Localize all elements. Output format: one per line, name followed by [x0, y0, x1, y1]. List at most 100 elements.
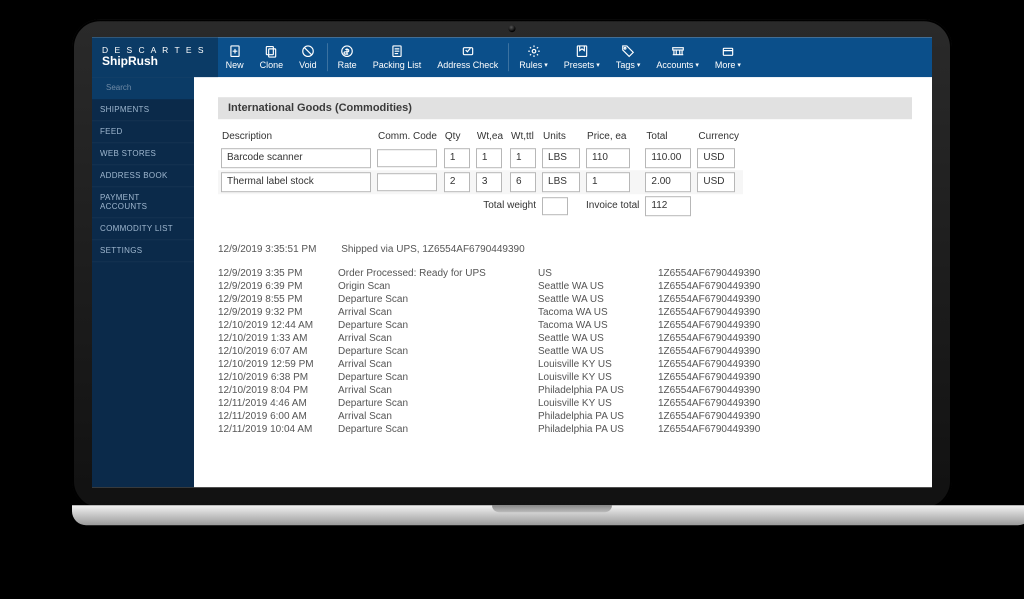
qty-input[interactable]: 1 [444, 148, 470, 168]
history-event: Arrival Scan [338, 358, 538, 371]
chevron-down-icon: ▾ [596, 61, 600, 69]
sidebar-search[interactable] [92, 77, 194, 99]
void-button[interactable]: Void [291, 37, 325, 77]
more-button[interactable]: More▾ [707, 37, 749, 77]
description-input[interactable]: Thermal label stock [221, 172, 371, 192]
price-ea-input[interactable]: 110 [586, 148, 630, 168]
shipment-summary: 12/9/2019 3:35:51 PM Shipped via UPS, 1Z… [218, 244, 912, 255]
comm-code-input[interactable] [377, 173, 437, 191]
sidebar-item-address-book[interactable]: ADDRESS BOOK [92, 165, 194, 187]
history-row: 12/10/2019 6:07 AMDeparture ScanSeattle … [218, 345, 770, 358]
history-tracking: 1Z6554AF6790449390 [658, 345, 770, 358]
sidebar-item-feed[interactable]: FEED [92, 121, 194, 143]
sidebar-item-settings[interactable]: SETTINGS [92, 240, 194, 262]
clone-label: Clone [260, 60, 284, 70]
accounts-label: Accounts [656, 60, 693, 70]
sidebar-item-shipments[interactable]: SHIPMENTS [92, 99, 194, 121]
brand-block: D E S C A R T E S ShipRush [92, 37, 218, 77]
new-label: New [226, 60, 244, 70]
description-input[interactable]: Barcode scanner [221, 148, 371, 168]
history-location: Philadelphia PA US [538, 410, 658, 423]
history-location: Seattle WA US [538, 280, 658, 293]
rate-label: Rate [338, 60, 357, 70]
history-location: US [538, 267, 658, 280]
laptop-frame: D E S C A R T E S ShipRush New Clone Voi… [72, 19, 952, 539]
more-icon [721, 44, 735, 58]
history-timestamp: 12/9/2019 6:39 PM [218, 280, 338, 293]
rules-label: Rules [519, 60, 542, 70]
tags-button[interactable]: Tags▾ [608, 37, 649, 77]
units-select[interactable]: LBS [542, 148, 580, 168]
wt-ttl-input[interactable]: 6 [510, 172, 536, 192]
price-ea-input[interactable]: 1 [586, 172, 630, 192]
history-tracking: 1Z6554AF6790449390 [658, 397, 770, 410]
rate-icon [340, 44, 354, 58]
currency-select[interactable]: USD [697, 148, 735, 168]
sidebar: SHIPMENTSFEEDWEB STORESADDRESS BOOKPAYME… [92, 77, 194, 487]
wt-ea-input[interactable]: 1 [476, 148, 502, 168]
invoice-total-value[interactable]: 112 [645, 196, 691, 216]
rules-icon [527, 44, 541, 58]
history-event: Arrival Scan [338, 306, 538, 319]
new-button[interactable]: New [218, 37, 252, 77]
total-value[interactable]: 2.00 [645, 172, 691, 192]
laptop-base [72, 505, 1024, 525]
total-value[interactable]: 110.00 [645, 148, 691, 168]
history-location: Louisville KY US [538, 371, 658, 384]
history-row: 12/10/2019 12:44 AMDeparture ScanTacoma … [218, 319, 770, 332]
history-location: Louisville KY US [538, 358, 658, 371]
history-tracking: 1Z6554AF6790449390 [658, 371, 770, 384]
chevron-down-icon: ▾ [695, 61, 699, 69]
toolbar-separator [508, 43, 509, 71]
void-label: Void [299, 60, 317, 70]
sidebar-nav: SHIPMENTSFEEDWEB STORESADDRESS BOOKPAYME… [92, 99, 194, 262]
history-timestamp: 12/10/2019 1:33 AM [218, 332, 338, 345]
accounts-button[interactable]: Accounts▾ [648, 37, 707, 77]
packing-list-icon [390, 44, 404, 58]
packing-list-button[interactable]: Packing List [365, 37, 430, 77]
address-check-label: Address Check [437, 60, 498, 70]
presets-button[interactable]: Presets▾ [556, 37, 608, 77]
tags-icon [621, 44, 635, 58]
units-select[interactable]: LBS [542, 172, 580, 192]
col-comm-code: Comm. Code [374, 129, 441, 146]
address-check-button[interactable]: Address Check [429, 37, 506, 77]
col-units: Units [539, 129, 583, 146]
history-tracking: 1Z6554AF6790449390 [658, 267, 770, 280]
history-event: Arrival Scan [338, 332, 538, 345]
clone-icon [264, 44, 278, 58]
history-location: Seattle WA US [538, 293, 658, 306]
sidebar-item-commodity-list[interactable]: COMMODITY LIST [92, 218, 194, 240]
wt-ttl-input[interactable]: 1 [510, 148, 536, 168]
tags-label: Tags [616, 60, 635, 70]
chevron-down-icon: ▾ [544, 61, 548, 69]
history-location: Tacoma WA US [538, 306, 658, 319]
history-tracking: 1Z6554AF6790449390 [658, 306, 770, 319]
history-row: 12/9/2019 6:39 PMOrigin ScanSeattle WA U… [218, 280, 770, 293]
rules-button[interactable]: Rules▾ [511, 37, 556, 77]
currency-select[interactable]: USD [697, 172, 735, 192]
sidebar-item-payment-accounts[interactable]: PAYMENT ACCOUNTS [92, 187, 194, 218]
main-panel[interactable]: International Goods (Commodities) Descri… [194, 77, 932, 487]
history-location: Philadelphia PA US [538, 423, 658, 436]
accounts-icon [671, 44, 685, 58]
history-timestamp: 12/10/2019 12:44 AM [218, 319, 338, 332]
history-event: Departure Scan [338, 345, 538, 358]
rate-button[interactable]: Rate [330, 37, 365, 77]
comm-code-input[interactable] [377, 149, 437, 167]
clone-button[interactable]: Clone [252, 37, 292, 77]
total-weight-value[interactable] [542, 197, 568, 215]
tracking-history: 12/9/2019 3:35 PMOrder Processed: Ready … [218, 267, 770, 436]
packing-list-label: Packing List [373, 60, 422, 70]
sidebar-item-web-stores[interactable]: WEB STORES [92, 143, 194, 165]
wt-ea-input[interactable]: 3 [476, 172, 502, 192]
history-tracking: 1Z6554AF6790449390 [658, 384, 770, 397]
history-row: 12/11/2019 4:46 AMDeparture ScanLouisvil… [218, 397, 770, 410]
history-timestamp: 12/9/2019 8:55 PM [218, 293, 338, 306]
webcam [509, 25, 516, 32]
history-event: Departure Scan [338, 371, 538, 384]
history-tracking: 1Z6554AF6790449390 [658, 358, 770, 371]
col-qty: Qty [441, 129, 473, 146]
history-tracking: 1Z6554AF6790449390 [658, 410, 770, 423]
qty-input[interactable]: 2 [444, 172, 470, 192]
